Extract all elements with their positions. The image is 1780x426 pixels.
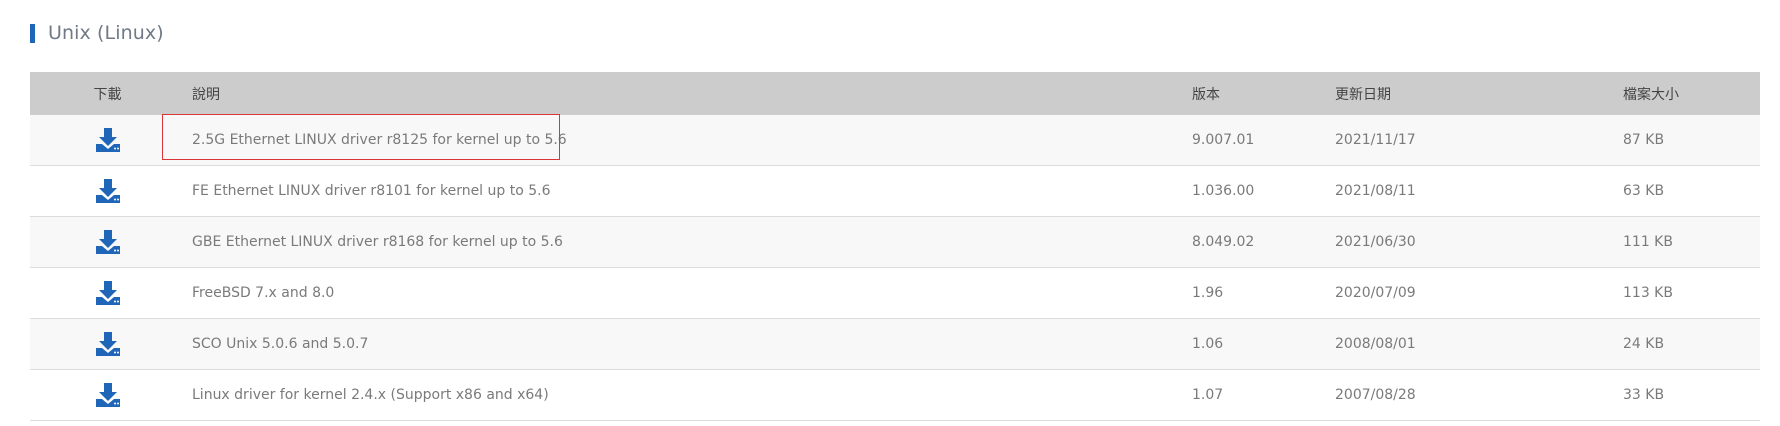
- version-cell: 1.96: [1192, 267, 1335, 319]
- description-cell: SCO Unix 5.0.6 and 5.0.7: [185, 318, 1192, 370]
- download-cell: [30, 216, 185, 268]
- size-cell: 63 KB: [1623, 165, 1760, 217]
- size-cell: 24 KB: [1623, 318, 1760, 370]
- date-cell: 2008/08/01: [1335, 318, 1623, 370]
- table-row: FreeBSD 7.x and 8.0 1.96 2020/07/09 113 …: [30, 267, 1760, 319]
- table-row: 2.5G Ethernet LINUX driver r8125 for ker…: [30, 114, 1760, 166]
- download-icon[interactable]: [95, 382, 121, 408]
- driver-link[interactable]: FreeBSD 7.x and 8.0: [192, 285, 334, 301]
- header-date: 更新日期: [1335, 72, 1623, 115]
- version-cell: 1.07: [1192, 369, 1335, 421]
- download-icon[interactable]: [95, 127, 121, 153]
- date-cell: 2021/11/17: [1335, 115, 1623, 166]
- description-cell: FE Ethernet LINUX driver r8101 for kerne…: [185, 165, 1192, 217]
- size-cell: 111 KB: [1623, 216, 1760, 268]
- version-cell: 1.036.00: [1192, 165, 1335, 217]
- date-cell: 2021/08/11: [1335, 165, 1623, 217]
- table-row: FE Ethernet LINUX driver r8101 for kerne…: [30, 165, 1760, 217]
- section-title-text: Unix (Linux): [48, 22, 164, 44]
- version-cell: 1.06: [1192, 318, 1335, 370]
- header-description: 說明: [185, 72, 1192, 115]
- download-cell: [30, 318, 185, 370]
- description-cell: Linux driver for kernel 2.4.x (Support x…: [185, 369, 1192, 421]
- description-cell: GBE Ethernet LINUX driver r8168 for kern…: [185, 216, 1192, 268]
- version-cell: 9.007.01: [1192, 115, 1335, 166]
- size-cell: 113 KB: [1623, 267, 1760, 319]
- version-cell: 8.049.02: [1192, 216, 1335, 268]
- driver-link[interactable]: Linux driver for kernel 2.4.x (Support x…: [192, 387, 549, 403]
- description-cell: 2.5G Ethernet LINUX driver r8125 for ker…: [162, 114, 1192, 166]
- date-cell: 2007/08/28: [1335, 369, 1623, 421]
- date-cell: 2021/06/30: [1335, 216, 1623, 268]
- driver-link[interactable]: FE Ethernet LINUX driver r8101 for kerne…: [192, 183, 551, 199]
- table-row: GBE Ethernet LINUX driver r8168 for kern…: [30, 216, 1760, 268]
- header-download: 下載: [30, 72, 185, 115]
- driver-link[interactable]: 2.5G Ethernet LINUX driver r8125 for ker…: [192, 132, 567, 148]
- download-icon[interactable]: [95, 331, 121, 357]
- description-cell: FreeBSD 7.x and 8.0: [185, 267, 1192, 319]
- table-row: Linux driver for kernel 2.4.x (Support x…: [30, 369, 1760, 421]
- download-icon[interactable]: [95, 229, 121, 255]
- download-cell: [30, 369, 185, 421]
- driver-link[interactable]: SCO Unix 5.0.6 and 5.0.7: [192, 336, 368, 352]
- table-row: SCO Unix 5.0.6 and 5.0.7 1.06 2008/08/01…: [30, 318, 1760, 370]
- size-cell: 87 KB: [1623, 115, 1760, 166]
- driver-link[interactable]: GBE Ethernet LINUX driver r8168 for kern…: [192, 234, 563, 250]
- section-title: Unix (Linux): [30, 20, 164, 46]
- table-header-row: 下載 說明 版本 更新日期 檔案大小: [30, 72, 1760, 115]
- header-size: 檔案大小: [1623, 72, 1760, 115]
- download-icon[interactable]: [95, 280, 121, 306]
- download-icon[interactable]: [95, 178, 121, 204]
- date-cell: 2020/07/09: [1335, 267, 1623, 319]
- download-cell: [30, 267, 185, 319]
- section-title-bar: [30, 23, 35, 43]
- download-cell: [30, 165, 185, 217]
- download-cell: [30, 115, 185, 166]
- downloads-table: 下載 說明 版本 更新日期 檔案大小 2.5G Ethernet LINUX d…: [30, 72, 1760, 421]
- header-version: 版本: [1192, 72, 1335, 115]
- size-cell: 33 KB: [1623, 369, 1760, 421]
